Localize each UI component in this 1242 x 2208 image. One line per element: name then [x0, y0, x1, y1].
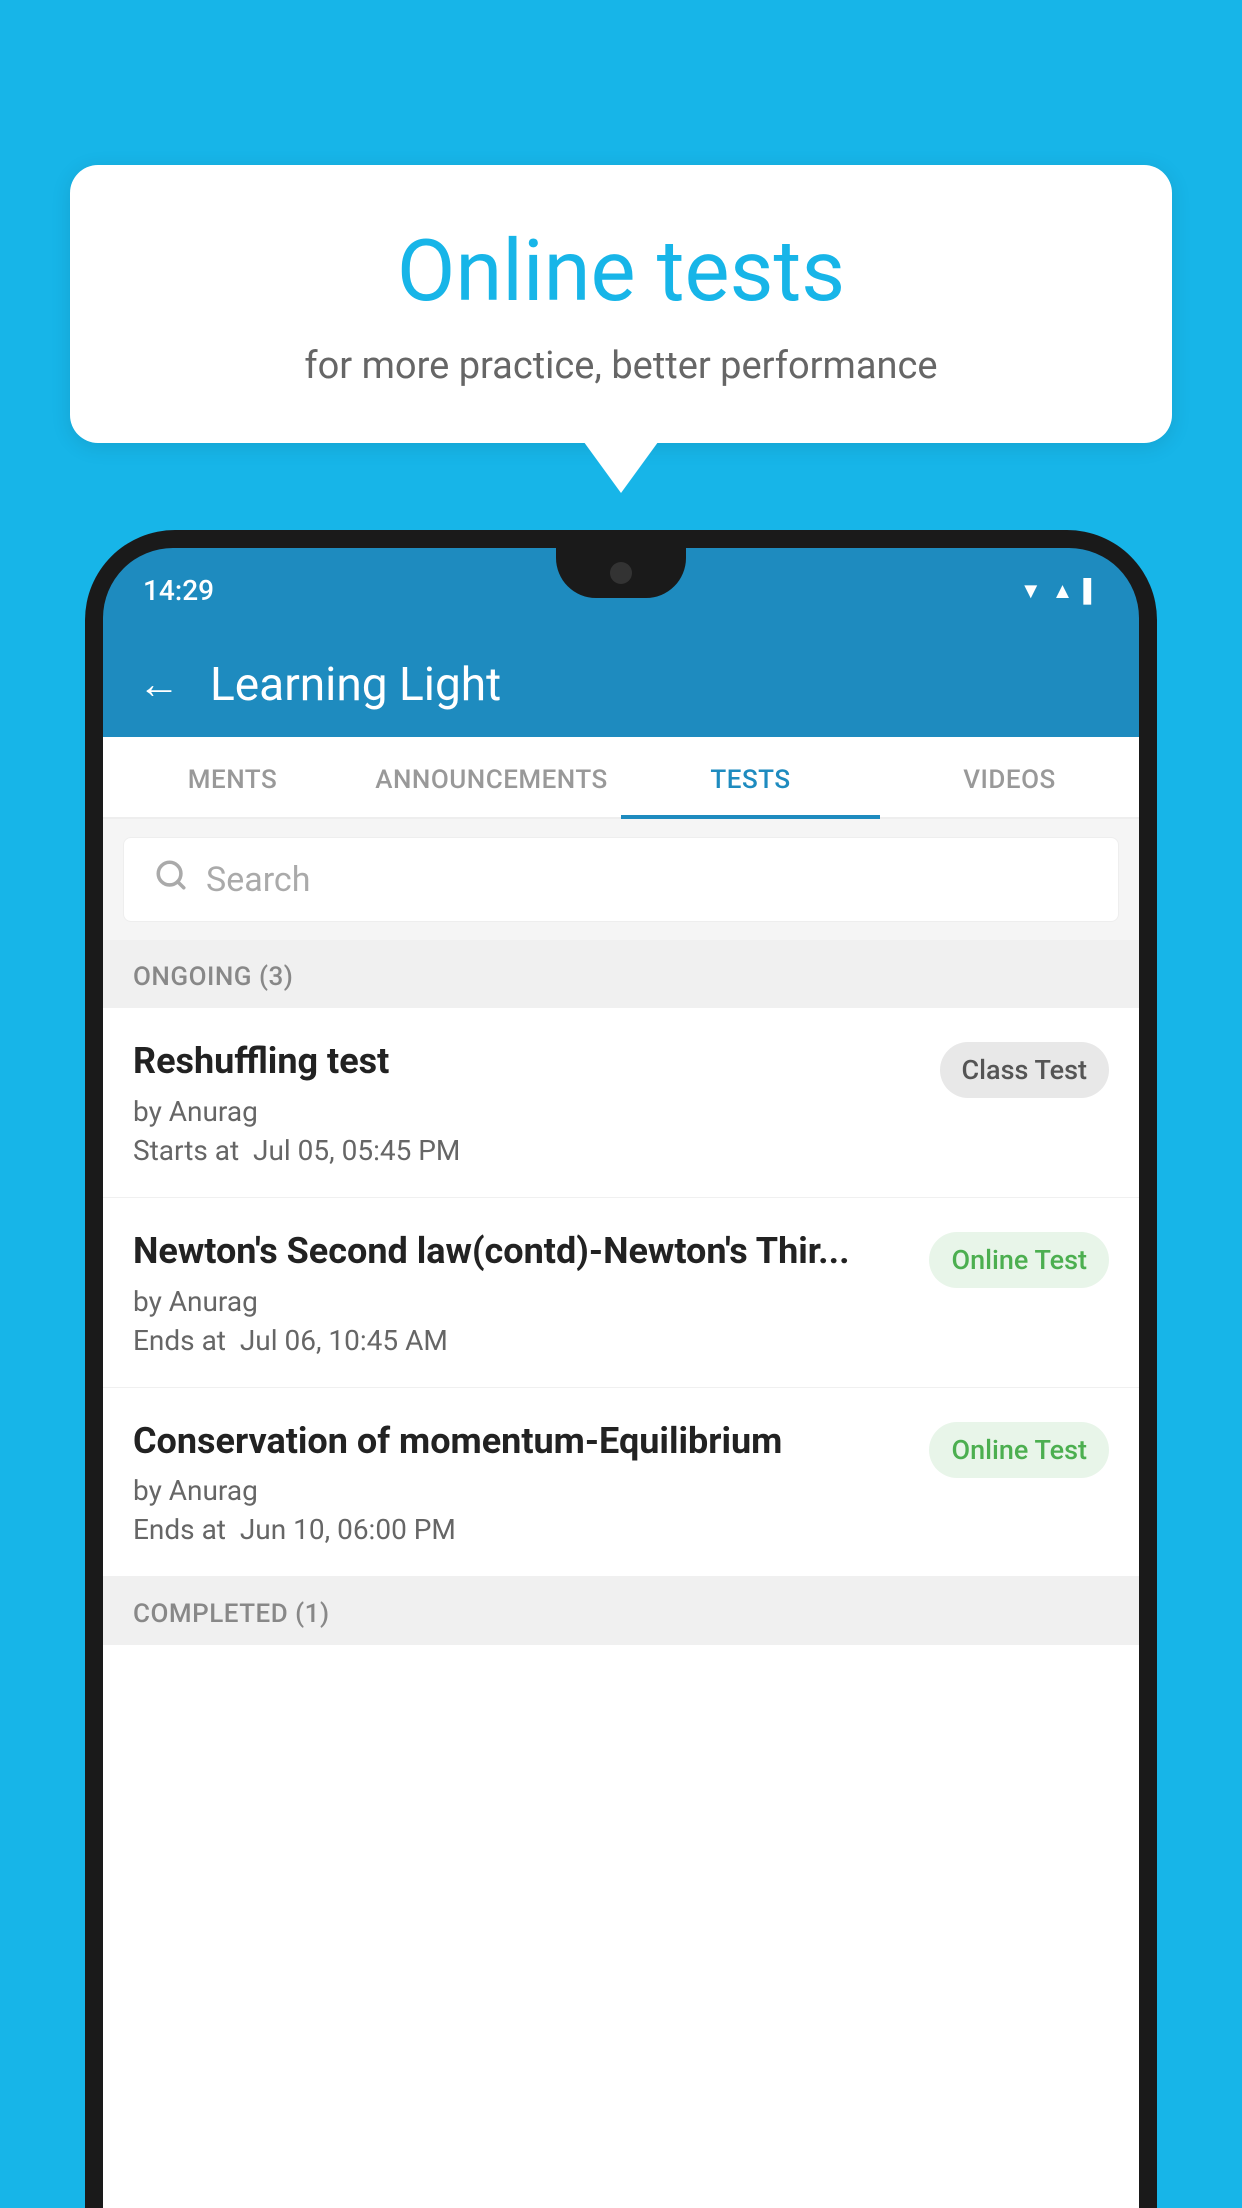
test-time-newton: Ends at Jul 06, 10:45 AM [133, 1324, 909, 1357]
time-label-conservation: Ends at [133, 1513, 226, 1546]
status-icons: ▼ ▲ ▌ [1020, 578, 1099, 604]
battery-icon: ▌ [1083, 578, 1099, 604]
time-label-reshuffling: Starts at [133, 1134, 239, 1167]
notch [556, 548, 686, 598]
time-label-newton: Ends at [133, 1324, 226, 1357]
tabs-bar: MENTS ANNOUNCEMENTS TESTS VIDEOS [103, 737, 1139, 819]
time-value-conservation: Jun 10, 06:00 PM [240, 1513, 456, 1546]
test-author-newton: by Anurag [133, 1285, 909, 1318]
app-header: ← Learning Light [103, 633, 1139, 737]
wifi-icon: ▼ [1020, 578, 1042, 604]
badge-reshuffling: Class Test [940, 1042, 1110, 1098]
search-container: Search [103, 819, 1139, 940]
tab-ments[interactable]: MENTS [103, 737, 362, 817]
test-name-newton: Newton's Second law(contd)-Newton's Thir… [133, 1228, 909, 1275]
back-button[interactable]: ← [138, 664, 180, 706]
test-time-reshuffling: Starts at Jul 05, 05:45 PM [133, 1134, 920, 1167]
phone-device: 14:29 ▼ ▲ ▌ ← Learning Light MENTS ANNOU… [85, 530, 1157, 2208]
test-info-newton: Newton's Second law(contd)-Newton's Thir… [133, 1228, 909, 1357]
phone-screen: ← Learning Light MENTS ANNOUNCEMENTS TES… [103, 633, 1139, 2208]
test-name-reshuffling: Reshuffling test [133, 1038, 920, 1085]
test-item-conservation[interactable]: Conservation of momentum-Equilibrium by … [103, 1388, 1139, 1578]
status-bar: 14:29 ▼ ▲ ▌ [103, 548, 1139, 633]
search-placeholder: Search [206, 860, 310, 900]
status-time: 14:29 [143, 574, 214, 607]
badge-newton: Online Test [929, 1232, 1109, 1288]
camera-dot [610, 562, 632, 584]
test-author-conservation: by Anurag [133, 1474, 909, 1507]
test-item-reshuffling[interactable]: Reshuffling test by Anurag Starts at Jul… [103, 1008, 1139, 1198]
signal-icon: ▲ [1052, 578, 1074, 604]
badge-conservation: Online Test [929, 1422, 1109, 1478]
search-icon [154, 858, 188, 901]
ongoing-section-header: ONGOING (3) [103, 940, 1139, 1008]
time-value-newton: Jul 06, 10:45 AM [240, 1324, 448, 1357]
test-time-conservation: Ends at Jun 10, 06:00 PM [133, 1513, 909, 1546]
bubble-title: Online tests [120, 225, 1122, 319]
test-info-conservation: Conservation of momentum-Equilibrium by … [133, 1418, 909, 1547]
test-author-reshuffling: by Anurag [133, 1095, 920, 1128]
speech-bubble: Online tests for more practice, better p… [70, 165, 1172, 443]
time-value-reshuffling: Jul 05, 05:45 PM [253, 1134, 460, 1167]
app-title: Learning Light [210, 658, 501, 712]
search-box[interactable]: Search [123, 837, 1119, 922]
test-item-newton[interactable]: Newton's Second law(contd)-Newton's Thir… [103, 1198, 1139, 1388]
test-name-conservation: Conservation of momentum-Equilibrium [133, 1418, 909, 1465]
tab-announcements[interactable]: ANNOUNCEMENTS [362, 737, 621, 817]
test-info-reshuffling: Reshuffling test by Anurag Starts at Jul… [133, 1038, 920, 1167]
completed-section-header: COMPLETED (1) [103, 1577, 1139, 1645]
phone-outer-frame: 14:29 ▼ ▲ ▌ ← Learning Light MENTS ANNOU… [85, 530, 1157, 2208]
tab-tests[interactable]: TESTS [621, 737, 880, 817]
bubble-subtitle: for more practice, better performance [120, 344, 1122, 388]
tab-videos[interactable]: VIDEOS [880, 737, 1139, 817]
